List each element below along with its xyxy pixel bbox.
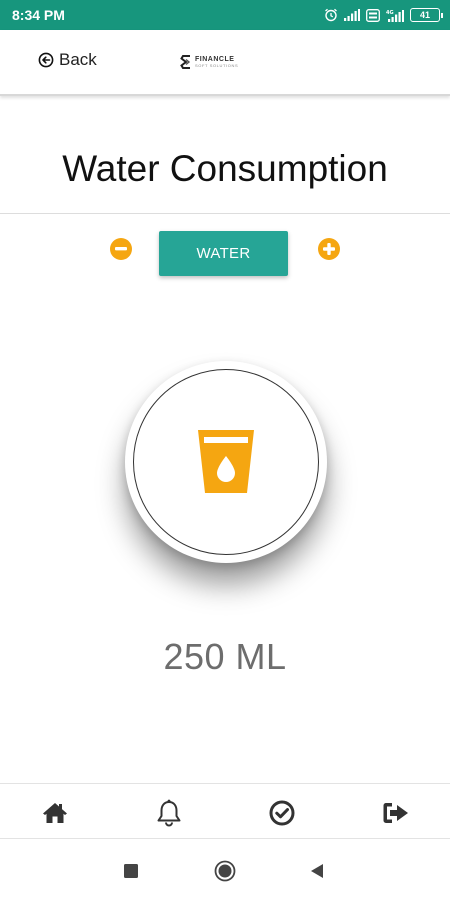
home-icon [42,802,68,824]
company-logo: FINANCLE SOFT SOLUTIONS [180,54,238,70]
home-circle-icon [214,860,236,882]
system-back-button[interactable] [306,860,328,882]
arrow-left-circle-icon [38,52,54,68]
check-circle-icon [269,800,295,826]
nav-logout-button[interactable] [381,798,411,828]
logo-name: FINANCLE [195,56,235,63]
minus-circle-icon [115,247,127,251]
app-header: Back FINANCLE SOFT SOLUTIONS [0,30,450,96]
battery-icon: 41 [410,8,443,22]
decrease-button[interactable] [110,238,132,260]
water-glass-card[interactable] [125,361,327,563]
alarm-icon [324,8,338,22]
volte-icon [366,8,380,22]
battery-level: 41 [419,10,430,20]
recent-apps-button[interactable] [120,860,142,882]
plus-circle-icon [323,243,335,255]
recent-apps-icon [124,864,138,878]
back-triangle-icon [310,863,324,879]
water-glass-icon [196,429,256,495]
logo-text: FINANCLE SOFT SOLUTIONS [195,56,238,68]
bottom-nav [0,783,450,839]
signal-icon [344,9,360,21]
system-nav-bar [0,840,450,900]
bell-icon [156,799,182,827]
nav-notifications-button[interactable] [154,798,184,828]
status-bar: 8:34 PM 4G 41 [0,0,450,30]
back-button[interactable]: Back [38,50,97,70]
system-home-button[interactable] [214,860,236,882]
status-icons: 4G 41 [324,8,443,22]
sign-out-icon [382,801,410,825]
water-type-button[interactable]: WATER [159,231,288,276]
increase-button[interactable] [318,238,340,260]
logo-mark-icon [180,55,191,69]
nav-home-button[interactable] [40,798,70,828]
title-divider [0,213,450,214]
back-label: Back [59,50,97,69]
signal-4g-icon: 4G [386,9,404,22]
status-time: 8:34 PM [12,7,65,23]
nav-check-button[interactable] [267,798,297,828]
logo-sub: SOFT SOLUTIONS [195,63,239,68]
consumption-amount: 250 ML [163,636,287,677]
svg-text:4G: 4G [386,10,394,16]
page-title: Water Consumption [62,148,388,189]
